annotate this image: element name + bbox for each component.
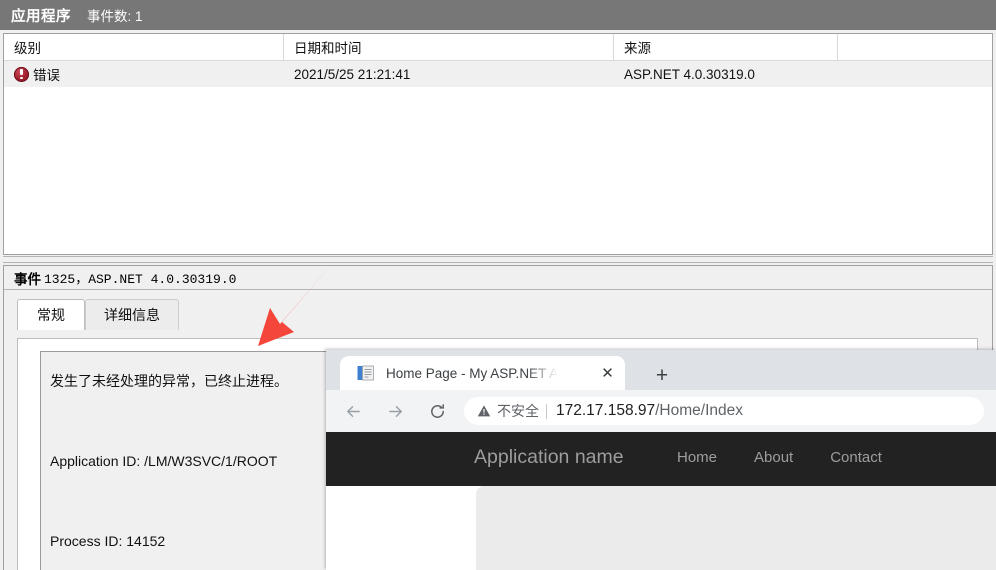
warning-triangle-icon[interactable] [477,404,491,418]
address-bar-url: 172.17.158.97/Home/Index [556,402,743,420]
column-header-datetime[interactable]: 日期和时间 [284,34,614,60]
group-header-title: 应用程序 [11,8,71,25]
cell-level-label: 错误 [33,68,60,83]
event-detail-title-body: 1325，ASP.NET 4.0.30319.0 [44,272,237,287]
event-detail-title-prefix: 事件 [14,271,41,287]
nav-link-contact[interactable]: Contact [830,449,882,466]
table-row[interactable]: 错误 2021/5/25 21:21:41 ASP.NET 4.0.30319.… [4,61,992,87]
chrome-toolbar: 不安全 172.17.158.97/Home/Index [326,390,996,432]
cell-level: 错误 [4,61,284,87]
tab-general[interactable]: 常规 [17,299,85,330]
nav-link-home[interactable]: Home [677,449,717,466]
pane-splitter[interactable] [0,256,996,265]
column-header-source-label: 来源 [624,41,651,56]
new-tab-button[interactable]: + [648,361,676,389]
close-icon[interactable]: ✕ [599,365,616,382]
site-navbar: Application name Home About Contact [326,432,996,486]
column-header-level[interactable]: 级别 [4,34,284,60]
chrome-browser-window: Home Page - My ASP.NET Application ✕ + [326,350,996,570]
browser-tab-title: Home Page - My ASP.NET Application [386,365,561,381]
group-header-count: 事件数: 1 [87,9,143,24]
site-brand-link[interactable]: Application name [474,446,624,469]
cell-datetime: 2021/5/25 21:21:41 [284,61,614,87]
site-nav-links: Home About Contact [677,449,919,466]
column-header-source[interactable]: 来源 [614,34,838,60]
back-arrow-icon[interactable] [338,396,368,426]
event-list-header-row: 级别 日期和时间 来源 [4,34,992,61]
tab-details[interactable]: 详细信息 [85,299,179,330]
tab-details-label: 详细信息 [104,307,160,323]
cell-datetime-label: 2021/5/25 21:21:41 [294,66,411,82]
url-host: 172.17.158.97 [556,402,656,419]
forward-arrow-icon[interactable] [380,396,410,426]
event-group-header: 应用程序 事件数: 1 [0,0,996,30]
cell-source: ASP.NET 4.0.30319.0 [614,61,838,87]
page-icon [357,365,374,382]
cell-source-label: ASP.NET 4.0.30319.0 [624,66,755,82]
column-header-level-label: 级别 [14,41,41,56]
event-detail-title: 事件 1325，ASP.NET 4.0.30319.0 [4,266,992,290]
column-header-datetime-label: 日期和时间 [294,41,362,56]
address-bar[interactable]: 不安全 172.17.158.97/Home/Index [464,397,984,425]
chrome-tab-strip: Home Page - My ASP.NET Application ✕ + [326,350,996,390]
event-detail-tabs: 常规 详细信息 [17,299,992,331]
column-header-extra[interactable] [838,34,992,60]
error-icon [14,66,29,82]
browser-tab[interactable]: Home Page - My ASP.NET Application ✕ [340,356,625,390]
url-path: /Home/Index [655,402,744,419]
omnibox-divider [546,403,547,419]
reload-icon[interactable] [422,396,452,426]
page-jumbotron [476,486,996,570]
security-status-label: 不安全 [497,403,539,419]
browser-viewport: Application name Home About Contact [326,432,996,570]
event-list[interactable]: 级别 日期和时间 来源 错误 2021/5/25 21:21:41 ASP.NE… [3,33,993,255]
nav-link-about[interactable]: About [754,449,793,466]
tab-general-label: 常规 [37,307,65,323]
